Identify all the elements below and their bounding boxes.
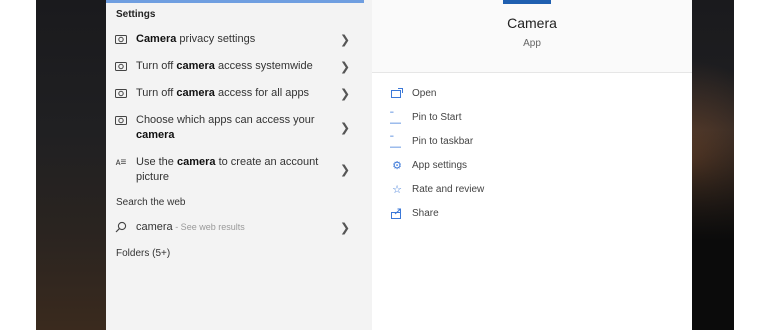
result-label: Choose which apps can access your camera [136, 114, 315, 141]
action-open[interactable]: Open [390, 87, 436, 99]
result-turn-off-camera-all-apps[interactable]: Turn off camera access for all apps ❯ [114, 86, 356, 101]
chevron-right-icon: ❯ [339, 59, 350, 73]
action-label: Open [412, 87, 437, 99]
camera-settings-icon [114, 33, 128, 45]
share-icon [390, 207, 404, 219]
result-label: Use the camera to create an account pict… [136, 156, 319, 183]
action-pin-to-taskbar[interactable]: ˗— Pin to taskbar [390, 129, 474, 153]
chevron-right-icon: ❯ [339, 220, 350, 234]
app-preview-header: Camera App [372, 0, 692, 73]
star-icon: ☆ [392, 183, 402, 196]
preview-pane: Camera App Open ˗— Pin to Start ˗— Pin t… [372, 0, 692, 330]
account-picture-icon: ᴀ≡ [115, 156, 127, 168]
chevron-right-icon: ❯ [339, 162, 350, 177]
web-section-header: Search the web [116, 197, 186, 208]
result-choose-apps-camera[interactable]: Choose which apps can access your camera… [114, 113, 356, 143]
search-icon [114, 221, 128, 233]
camera-settings-icon [114, 87, 128, 99]
action-app-settings[interactable]: ⚙ App settings [390, 159, 468, 172]
results-pane: Settings Camera privacy settings ❯ Turn … [106, 0, 364, 330]
result-label: Turn off camera access systemwide [136, 60, 313, 72]
desktop-background: Settings Camera privacy settings ❯ Turn … [36, 0, 734, 330]
result-camera-privacy-settings[interactable]: Camera privacy settings ❯ [114, 32, 356, 47]
action-label: App settings [412, 159, 468, 171]
app-name: Camera [507, 15, 557, 31]
result-account-picture[interactable]: ᴀ≡ Use the camera to create an account p… [114, 155, 356, 185]
result-web-search[interactable]: camera - See web results ❯ [114, 220, 356, 235]
result-turn-off-camera-systemwide[interactable]: Turn off camera access systemwide ❯ [114, 59, 356, 74]
open-icon [390, 87, 404, 99]
pin-icon: ˗— [390, 105, 401, 129]
action-pin-to-start[interactable]: ˗— Pin to Start [390, 105, 462, 129]
action-label: Rate and review [412, 183, 485, 195]
top-accent-bar [106, 0, 364, 3]
chevron-right-icon: ❯ [339, 86, 350, 100]
app-tile-icon [503, 0, 551, 4]
action-label: Pin to taskbar [412, 135, 474, 147]
settings-section-header: Settings [116, 9, 156, 20]
app-type: App [523, 38, 541, 49]
camera-settings-icon [114, 60, 128, 72]
chevron-right-icon: ❯ [339, 32, 350, 46]
chevron-right-icon: ❯ [339, 120, 350, 135]
result-label: Turn off camera access for all apps [136, 87, 310, 99]
gear-icon: ⚙ [392, 159, 402, 172]
action-label: Pin to Start [412, 111, 462, 123]
action-rate-and-review[interactable]: ☆ Rate and review [390, 183, 485, 196]
search-panel: Settings Camera privacy settings ❯ Turn … [106, 0, 692, 330]
camera-settings-icon [114, 114, 128, 126]
result-label: camera - See web results [136, 221, 245, 233]
action-share[interactable]: Share [390, 207, 439, 219]
action-label: Share [412, 207, 439, 219]
result-label: Camera privacy settings [136, 33, 256, 45]
folders-section-header[interactable]: Folders (5+) [116, 248, 170, 259]
pin-icon: ˗— [390, 129, 401, 153]
